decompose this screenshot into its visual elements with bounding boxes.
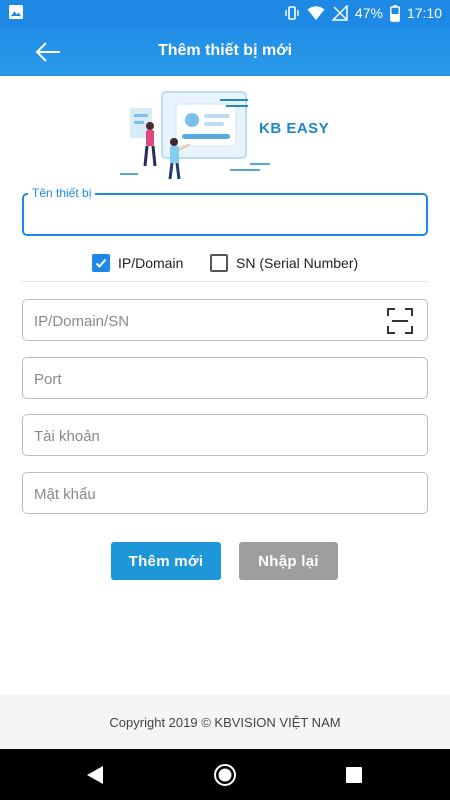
wifi-icon [307,5,325,21]
password-input[interactable] [34,482,374,506]
checkbox-checked-icon[interactable] [92,254,110,272]
image-icon [8,4,24,23]
port-input[interactable] [34,367,374,391]
ip-domain-label: IP/Domain [118,255,184,271]
brand-name: KB EASY [259,120,330,137]
account-field[interactable] [22,414,428,456]
back-button[interactable] [28,38,68,66]
copyright-text: Copyright 2019 © KBVISION VIỆT NAM [109,714,341,730]
battery-icon [390,4,400,22]
serial-number-label: SN (Serial Number) [236,255,359,271]
nav-home-icon[interactable] [213,763,237,787]
address-field[interactable] [22,299,428,341]
password-field[interactable] [22,472,428,514]
device-name-label: Tên thiết bị [28,186,96,200]
app-bar: Thêm thiết bị mới [0,26,450,76]
footer: Copyright 2019 © KBVISION VIỆT NAM [0,695,450,749]
account-input[interactable] [34,424,374,448]
serial-number-option[interactable]: SN (Serial Number) [210,253,358,273]
status-bar: 47% 17:10 [0,0,450,26]
add-button[interactable]: Thêm mới [111,542,221,580]
device-name-input[interactable] [34,203,414,227]
nav-recents-icon[interactable] [342,763,366,787]
no-signal-icon [331,5,348,21]
port-field[interactable] [22,357,428,399]
address-input[interactable] [34,309,374,333]
arrow-left-icon [35,42,60,62]
checkbox-unchecked-icon[interactable] [210,254,228,272]
divider [22,281,428,282]
clock: 17:10 [406,5,442,21]
nav-back-icon[interactable] [83,763,107,787]
ip-domain-option[interactable]: IP/Domain [92,253,183,273]
battery-percent: 47% [354,5,383,21]
navigation-bar [0,749,450,800]
reset-button[interactable]: Nhập lại [239,542,338,580]
qr-scan-icon[interactable] [387,308,413,334]
vibrate-icon [284,5,300,21]
